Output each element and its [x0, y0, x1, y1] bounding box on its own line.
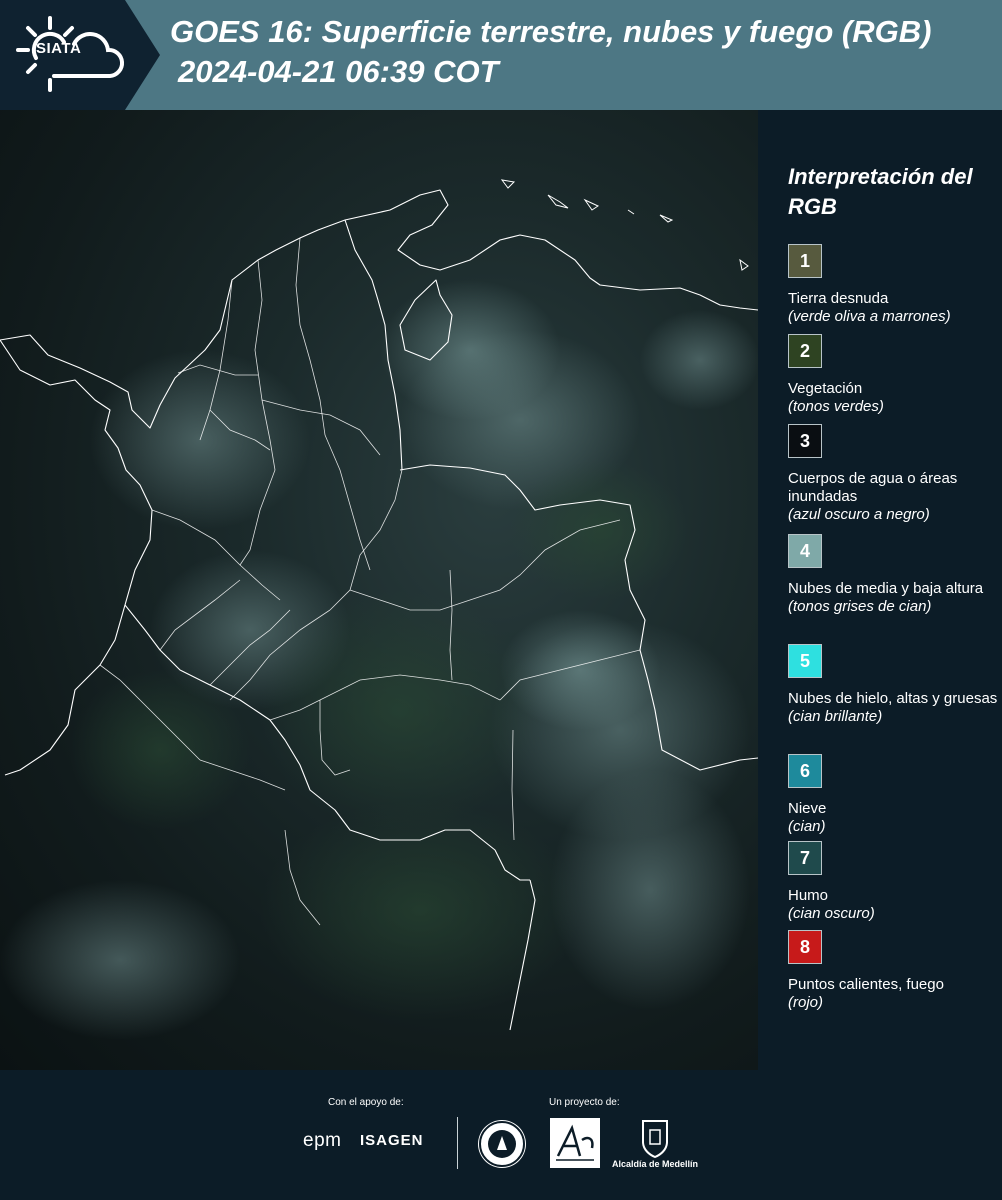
logo-text: SIATA	[36, 40, 82, 57]
legend-item: 1 Tierra desnuda (verde oliva a marrones…	[788, 244, 998, 326]
support-label: Con el apoyo de:	[328, 1097, 404, 1108]
legend-label: Nubes de hielo, altas y gruesas	[788, 690, 998, 707]
legend-swatch: 7	[788, 841, 822, 875]
legend-item: 7 Humo (cian oscuro)	[788, 841, 998, 923]
university-seal-icon	[478, 1120, 526, 1168]
legend-label: Humo	[788, 887, 829, 904]
legend-desc: (cian oscuro)	[788, 905, 875, 922]
legend-item: 3 Cuerpos de agua o áreas inundadas (azu…	[788, 424, 998, 524]
project-label: Un proyecto de:	[549, 1097, 620, 1108]
page-timestamp: 2024-04-21 06:39 COT	[178, 54, 499, 89]
legend-label: Nieve	[788, 800, 827, 817]
legend-swatch: 4	[788, 534, 822, 568]
area-metropolitana-logo	[550, 1118, 600, 1168]
legend-desc: (verde oliva a marrones)	[788, 308, 951, 325]
legend-title: Interpretación del RGB	[788, 164, 973, 219]
legend-desc: (rojo)	[788, 994, 824, 1011]
isagen-logo: ISAGEN	[360, 1132, 424, 1149]
legend-item: 4 Nubes de media y baja altura (tonos gr…	[788, 534, 998, 616]
islands	[500, 179, 749, 271]
page-title: GOES 16: Superficie terrestre, nubes y f…	[170, 14, 932, 49]
epm-logo: epm	[303, 1130, 342, 1151]
footer: Con el apoyo de: Un proyecto de: epm ISA…	[0, 1070, 1002, 1200]
header: SIATA GOES 16: Superficie terrestre, nub…	[0, 0, 1002, 110]
map-overlay	[0, 179, 758, 1040]
legend-desc: (cian)	[788, 818, 826, 835]
rgb-legend: Interpretación del RGB 1 Tierra desnuda …	[758, 110, 1002, 1070]
footer-divider	[457, 1117, 458, 1169]
legend-desc: (azul oscuro a negro)	[788, 506, 930, 523]
legend-swatch: 8	[788, 930, 822, 964]
legend-label: Nubes de media y baja altura	[788, 580, 984, 597]
legend-label: Cuerpos de agua o áreas inundadas	[788, 470, 958, 505]
legend-item: 6 Nieve (cian)	[788, 754, 998, 836]
legend-label: Tierra desnuda	[788, 290, 889, 307]
legend-item: 5 Nubes de hielo, altas y gruesas (cian …	[788, 644, 998, 726]
legend-label: Puntos calientes, fuego	[788, 976, 944, 993]
legend-swatch: 1	[788, 244, 822, 278]
legend-label: Vegetación	[788, 380, 863, 397]
legend-desc: (tonos grises de cian)	[788, 598, 932, 615]
logo-block: SIATA	[0, 0, 160, 110]
legend-swatch: 3	[788, 424, 822, 458]
legend-swatch: 2	[788, 334, 822, 368]
alcaldia-shield-icon	[642, 1120, 668, 1158]
legend-item: 8 Puntos calientes, fuego (rojo)	[788, 930, 998, 1012]
legend-desc: (cian brillante)	[788, 708, 883, 725]
satellite-map	[0, 110, 758, 1070]
legend-item: 2 Vegetación (tonos verdes)	[788, 334, 998, 416]
cloud-texture	[0, 280, 758, 1040]
legend-desc: (tonos verdes)	[788, 398, 884, 415]
alcaldia-text: Alcaldía de Medellín	[612, 1159, 699, 1169]
legend-swatch: 6	[788, 754, 822, 788]
legend-swatch: 5	[788, 644, 822, 678]
